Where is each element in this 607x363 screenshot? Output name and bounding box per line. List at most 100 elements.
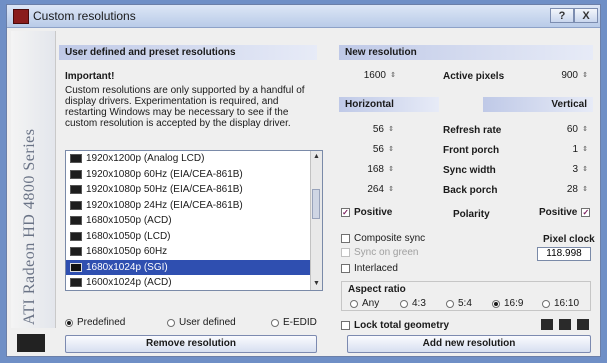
list-scrollbar[interactable]: ▲ ▼ — [310, 151, 322, 290]
aspect-ratio-radio[interactable]: 16:9 — [492, 298, 523, 309]
copy-icon[interactable] — [541, 319, 553, 330]
width-value: 1600 — [363, 70, 386, 81]
resolution-list-item[interactable]: 1680x1050p (LCD) — [66, 229, 322, 245]
horizontal-positive-checkbox[interactable]: ✓ Positive — [341, 207, 392, 218]
composite-sync-checkbox[interactable]: Composite sync — [341, 233, 425, 244]
monitor-icon — [70, 247, 82, 257]
new-resolution-header: New resolution — [339, 45, 593, 60]
lock-total-geometry-checkbox[interactable]: Lock total geometry — [341, 320, 449, 331]
horizontal-spinner[interactable]: 168 ⇕ — [351, 163, 395, 177]
sync-on-green-checkbox[interactable]: Sync on green — [341, 247, 419, 258]
spin-arrows-icon[interactable]: ⇕ — [387, 126, 395, 133]
spin-arrows-icon[interactable]: ⇕ — [581, 166, 589, 173]
horizontal-spinner[interactable]: 56 ⇕ — [351, 143, 395, 157]
aspect-ratio-group: Aspect ratio Any 4:3 5:4 16:9 16:10 — [341, 281, 591, 311]
width-spinner[interactable]: 1600 ⇕ — [353, 69, 397, 83]
timing-row-label: Front porch — [443, 145, 500, 156]
resize-icon[interactable] — [577, 319, 589, 330]
vertical-spinner[interactable]: 28 ⇕ — [543, 183, 589, 197]
radio-icon — [446, 299, 454, 308]
window-title: Custom resolutions — [33, 9, 136, 23]
app-icon — [13, 9, 29, 24]
timing-row-label: Sync width — [443, 165, 496, 176]
radio-icon — [492, 299, 500, 308]
scroll-up-arrow-icon[interactable]: ▲ — [313, 153, 320, 161]
vertical-header: Vertical — [483, 97, 593, 112]
add-new-resolution-button[interactable]: Add new resolution — [347, 335, 591, 353]
resolution-list-item[interactable]: 1600x1024p (ACD) — [66, 275, 322, 290]
horizontal-header: Horizontal — [339, 97, 439, 112]
spin-arrows-icon[interactable]: ⇕ — [581, 72, 589, 79]
spin-arrows-icon[interactable]: ⇕ — [581, 126, 589, 133]
resolution-label: 1680x1024p (SGI) — [86, 261, 168, 273]
interlaced-checkbox[interactable]: Interlaced — [341, 263, 398, 274]
aspect-ratio-radio[interactable]: 4:3 — [400, 298, 426, 309]
spin-arrows-icon[interactable]: ⇕ — [387, 166, 395, 173]
source-option-radio[interactable]: E-EDID — [271, 317, 317, 328]
horizontal-spinner[interactable]: 264 ⇕ — [351, 183, 395, 197]
monitor-icon — [70, 154, 82, 164]
resolution-label: 1920x1080p 24Hz (EIA/CEA-861B) — [86, 199, 243, 211]
monitor-icon — [70, 278, 82, 288]
aspect-ratio-radio[interactable]: 16:10 — [542, 298, 579, 309]
radio-icon — [542, 299, 550, 308]
vertical-spinner[interactable]: 1 ⇕ — [543, 143, 589, 157]
resolution-list-item[interactable]: 1920x1080p 60Hz (EIA/CEA-861B) — [66, 167, 322, 183]
close-button[interactable]: X — [574, 8, 598, 23]
checkbox-checked-icon: ✓ — [341, 208, 350, 217]
aspect-ratio-radio[interactable]: 5:4 — [446, 298, 472, 309]
custom-resolutions-window: Custom resolutions ? X ATI Radeon HD 480… — [6, 4, 601, 357]
remove-resolution-button[interactable]: Remove resolution — [65, 335, 317, 353]
brand-logo-icon — [17, 334, 45, 352]
spin-arrows-icon[interactable]: ⇕ — [387, 146, 395, 153]
radio-icon — [350, 299, 358, 308]
resolution-list-item[interactable]: 1680x1024p (SGI) — [66, 259, 322, 275]
radio-icon — [167, 318, 175, 327]
resolution-label: 1920x1200p (Analog LCD) — [86, 153, 205, 165]
resolution-list-item[interactable]: 1680x1050p 60Hz — [66, 244, 322, 260]
resolution-label: 1680x1050p (LCD) — [86, 230, 171, 242]
sidebar-brand-panel: ATI Radeon HD 4800 Series — [11, 31, 56, 328]
timing-row-label: Back porch — [443, 185, 498, 196]
height-value: 900 — [561, 70, 578, 81]
horizontal-spinner[interactable]: 56 ⇕ — [351, 123, 395, 137]
scroll-down-arrow-icon[interactable]: ▼ — [313, 280, 320, 288]
pixel-clock-label: Pixel clock — [543, 234, 595, 245]
resolution-label: 1680x1050p 60Hz — [86, 246, 168, 258]
vertical-spinner[interactable]: 60 ⇕ — [543, 123, 589, 137]
source-option-radio[interactable]: Predefined — [65, 317, 125, 328]
spin-arrows-icon[interactable]: ⇕ — [581, 146, 589, 153]
monitor-icon — [70, 169, 82, 179]
spin-arrows-icon[interactable]: ⇕ — [389, 72, 397, 79]
aspect-ratio-label: Aspect ratio — [348, 284, 406, 295]
monitor-icon — [70, 262, 82, 272]
height-spinner[interactable]: 900 ⇕ — [543, 69, 589, 83]
monitor-icon — [70, 185, 82, 195]
checkbox-checked-icon: ✓ — [581, 208, 591, 217]
toolbar-icons — [541, 319, 589, 330]
pixel-clock-field[interactable]: 118.998 — [537, 247, 591, 261]
spin-arrows-icon[interactable]: ⇕ — [387, 186, 395, 193]
resolution-list-item[interactable]: 1920x1080p 50Hz (EIA/CEA-861B) — [66, 182, 322, 198]
resolution-list-item[interactable]: 1920x1200p (Analog LCD) — [66, 151, 322, 167]
timing-row-label: Refresh rate — [443, 125, 502, 136]
monitor-icon — [70, 200, 82, 210]
resolution-list-item[interactable]: 1920x1080p 24Hz (EIA/CEA-861B) — [66, 198, 322, 214]
vertical-positive-checkbox[interactable]: ✓ Positive — [539, 207, 591, 218]
resolution-label: 1600x1024p (ACD) — [86, 277, 172, 289]
left-section-header: User defined and preset resolutions — [59, 45, 317, 60]
resolution-label: 1920x1080p 50Hz (EIA/CEA-861B) — [86, 184, 243, 196]
scroll-thumb[interactable] — [312, 189, 320, 219]
active-pixels-label: Active pixels — [443, 71, 505, 82]
spin-arrows-icon[interactable]: ⇕ — [581, 186, 589, 193]
resolution-list[interactable]: 1920x1200p (Analog LCD) 1920x1080p 60Hz (… — [65, 150, 323, 291]
radio-icon — [400, 299, 408, 308]
aspect-ratio-radio[interactable]: Any — [350, 298, 379, 309]
vertical-spinner[interactable]: 3 ⇕ — [543, 163, 589, 177]
resolution-list-item[interactable]: 1680x1050p (ACD) — [66, 213, 322, 229]
monitor-icon — [70, 231, 82, 241]
important-title: Important! — [65, 71, 115, 82]
help-button[interactable]: ? — [550, 8, 574, 23]
source-option-radio[interactable]: User defined — [167, 317, 236, 328]
save-icon[interactable] — [559, 319, 571, 330]
